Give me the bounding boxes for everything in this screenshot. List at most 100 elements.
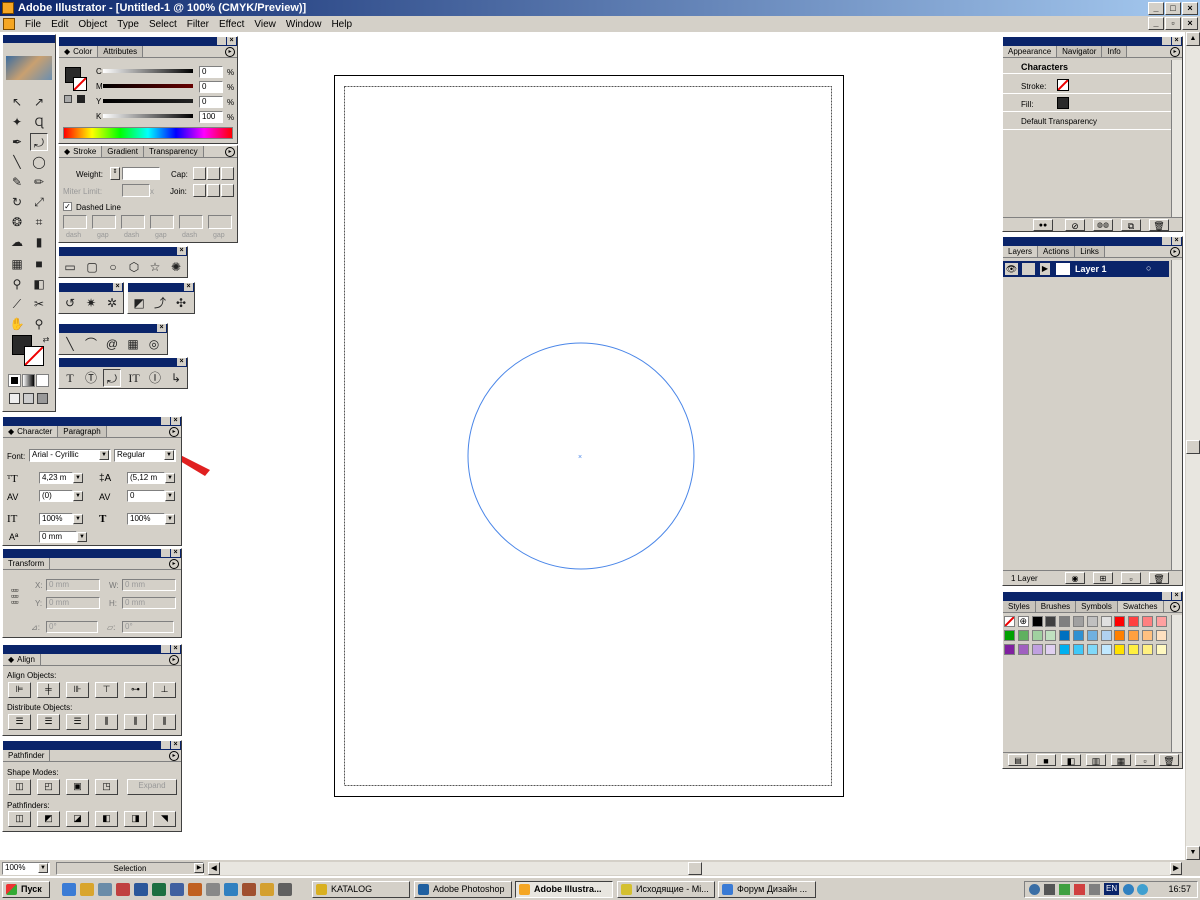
minus-back-button[interactable]: ◥ (153, 811, 176, 827)
color-swatch[interactable] (1114, 643, 1126, 655)
tracking-dropdown[interactable]: ▼ (165, 491, 175, 501)
flare-tool-icon[interactable]: ✺ (167, 258, 185, 276)
duplicate-item-icon[interactable]: ⧉ (1121, 219, 1141, 231)
tray-icon-4[interactable] (1074, 884, 1085, 895)
clear-appearance-icon[interactable]: ⊘ (1065, 219, 1085, 231)
subtract-shape-button[interactable]: ◰ (37, 779, 60, 795)
distribute-vcenter-button[interactable]: ☰ (37, 714, 60, 730)
gradient-mode-button[interactable] (22, 374, 35, 387)
color-swatch[interactable] (1045, 629, 1057, 641)
new-sublayer-icon[interactable]: ⊞ (1093, 572, 1113, 584)
gradient-tool-icon[interactable]: ■ (30, 255, 48, 273)
warp-tool-icon[interactable]: ❂ (8, 213, 26, 231)
lasso-tool-icon[interactable]: Ɋ (30, 113, 48, 131)
vertical-scale-field[interactable]: 100% (39, 513, 73, 525)
rectangular-grid-tool-icon[interactable]: ▦ (124, 335, 142, 353)
ie-icon[interactable] (62, 883, 76, 896)
dash-field-3[interactable] (179, 215, 203, 229)
round-join-button[interactable] (207, 184, 220, 197)
color-swatch[interactable] (1128, 616, 1140, 627)
quicklaunch-icon-3[interactable] (98, 883, 112, 896)
menu-select[interactable]: Select (144, 19, 182, 30)
star-tool-icon[interactable]: ☆ (146, 258, 164, 276)
color-swatch[interactable] (1155, 643, 1167, 655)
panel-minimize-button[interactable] (161, 645, 170, 653)
appearance-stroke-row[interactable]: Stroke: (1003, 77, 1171, 94)
divide-button[interactable]: ◫ (8, 811, 31, 827)
polar-grid-tool-icon[interactable]: ◎ (145, 335, 163, 353)
butt-cap-button[interactable] (193, 167, 206, 180)
dash-field-2[interactable] (121, 215, 145, 229)
color-swatch[interactable] (1142, 616, 1153, 627)
make-clipping-mask-icon[interactable]: ◉ (1065, 572, 1085, 584)
merge-button[interactable]: ◪ (66, 811, 89, 827)
full-screen-menu-mode-button[interactable] (23, 393, 34, 404)
tab-styles[interactable]: Styles (1003, 601, 1036, 612)
color-spectrum-bar[interactable] (63, 127, 233, 139)
show-all-swatches-icon[interactable]: ■ (1036, 754, 1056, 766)
color-swatch[interactable] (1100, 616, 1112, 627)
document-icon[interactable] (3, 18, 15, 30)
quicklaunch-icon-11[interactable] (242, 883, 256, 896)
color-swatch[interactable] (1059, 643, 1071, 655)
reflect-tool-icon[interactable]: ◩ (130, 294, 148, 312)
menu-effect[interactable]: Effect (214, 19, 249, 30)
quicklaunch-icon-12[interactable] (260, 883, 274, 896)
color-swatch[interactable] (1142, 629, 1153, 641)
trim-button[interactable]: ◩ (37, 811, 60, 827)
style-dropdown-arrow[interactable]: ▼ (164, 450, 174, 460)
black-slider[interactable] (103, 114, 193, 118)
horizontal-scroll-thumb[interactable] (688, 862, 702, 875)
gap-field-2[interactable] (150, 215, 174, 229)
free-transform-tool-icon[interactable]: ⌗ (30, 213, 48, 231)
stroke-none-swatch[interactable] (1057, 79, 1069, 91)
color-swatch[interactable] (1100, 629, 1112, 641)
lock-toggle[interactable] (1022, 263, 1035, 275)
color-swatch[interactable] (1059, 629, 1071, 641)
color-swatch[interactable] (1114, 629, 1126, 641)
panel-minimize-button[interactable] (217, 37, 226, 45)
menu-window[interactable]: Window (281, 19, 327, 30)
language-indicator[interactable]: EN (1104, 883, 1120, 895)
miter-join-button[interactable] (193, 184, 206, 197)
scroll-up-button[interactable]: ▲ (1186, 32, 1200, 46)
distribute-top-button[interactable]: ☰ (8, 714, 31, 730)
color-swatch[interactable] (1017, 643, 1029, 655)
color-swatch[interactable] (1114, 616, 1126, 627)
graph-tool-icon[interactable]: ▮ (30, 233, 48, 251)
rounded-rectangle-tool-icon[interactable]: ▢ (83, 258, 101, 276)
status-menu-arrow[interactable]: ▶ (194, 863, 204, 873)
delete-swatch-icon[interactable]: 🗑 (1159, 754, 1179, 766)
tab-appearance[interactable]: Appearance (1003, 46, 1058, 57)
vertical-path-type-tool-icon[interactable]: ↳ (167, 369, 185, 387)
color-swatch[interactable] (1004, 643, 1015, 655)
mesh-tool-icon[interactable]: ▦ (8, 255, 26, 273)
vertical-scroll-thumb[interactable] (1186, 440, 1200, 454)
rotate-tool-icon[interactable]: ↻ (8, 193, 26, 211)
fill-black-swatch[interactable] (1057, 97, 1069, 109)
dash-field-1[interactable] (63, 215, 87, 229)
quicklaunch-icon-2[interactable] (80, 883, 94, 896)
volume-icon[interactable] (1089, 884, 1100, 895)
rotate-field[interactable]: 0° (46, 621, 98, 633)
color-swatch[interactable] (1004, 616, 1015, 627)
twirl-tool-icon[interactable]: ↺ (61, 294, 79, 312)
stroke-panel-menu-icon[interactable]: ▸ (225, 147, 235, 157)
color-stroke-swatch[interactable] (73, 77, 87, 91)
tab-swatches[interactable]: Swatches (1117, 601, 1164, 612)
scroll-down-button[interactable]: ▼ (1186, 846, 1200, 860)
panel-close-button[interactable]: × (171, 645, 180, 653)
tearoff-close-button[interactable]: × (157, 324, 166, 332)
tab-align[interactable]: ◆ Align (3, 654, 41, 665)
color-swatch[interactable] (1073, 629, 1084, 641)
reference-point-icon[interactable]: ▫▫▫ ▫▫▫ ▫▫▫ (11, 586, 29, 607)
kerning-dropdown[interactable]: ▼ (73, 491, 83, 501)
symbol-sprayer-tool-icon[interactable]: ☁ (8, 233, 26, 251)
show-color-swatches-icon[interactable]: ◧ (1061, 754, 1081, 766)
shear-field[interactable]: 0° (122, 621, 174, 633)
font-size-dropdown[interactable]: ▼ (73, 473, 83, 483)
panel-close-button[interactable]: × (1172, 237, 1181, 245)
leading-dropdown[interactable]: ▼ (165, 473, 175, 483)
arc-tool-icon[interactable]: ⌒ (82, 335, 100, 353)
baseline-shift-field[interactable]: 0 mm (39, 531, 77, 543)
